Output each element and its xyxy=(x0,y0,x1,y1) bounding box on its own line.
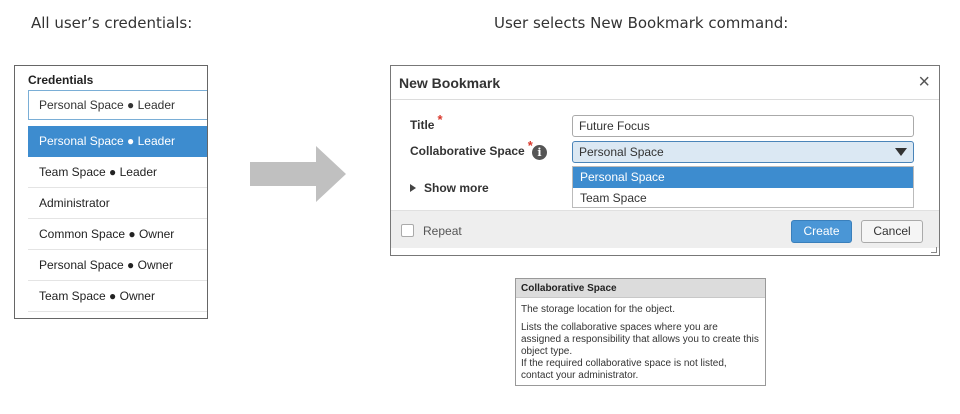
credential-item-personal-space-leader[interactable]: Personal Space ● Leader xyxy=(28,126,207,157)
credential-item-team-space-leader[interactable]: Team Space ● Leader xyxy=(28,157,207,188)
collaborative-space-label-text: Collaborative Space xyxy=(410,144,525,158)
caret-down-icon[interactable] xyxy=(895,148,907,156)
create-button[interactable]: Create xyxy=(791,220,852,243)
cancel-button[interactable]: Cancel xyxy=(861,220,923,243)
tooltip-note: If the required collaborative space is n… xyxy=(521,358,727,381)
title-field-label: Title * xyxy=(410,112,443,132)
left-caption: All user’s credentials: xyxy=(31,14,193,32)
credentials-select[interactable]: Personal Space ● Leader xyxy=(28,90,207,120)
tooltip-description: The storage location for the object. xyxy=(521,304,675,315)
required-asterisk-icon: * xyxy=(437,112,443,127)
resize-grip-icon[interactable] xyxy=(931,247,937,253)
collaborative-space-label: Collaborative Space * xyxy=(410,138,533,158)
credentials-list: Personal Space ● Leader Team Space ● Lea… xyxy=(28,126,207,312)
credential-item-administrator[interactable]: Administrator xyxy=(28,188,207,219)
credentials-title: Credentials xyxy=(28,73,94,87)
repeat-label: Repeat xyxy=(423,224,462,238)
dialog-title: New Bookmark xyxy=(399,75,501,91)
collaborative-space-tooltip: Collaborative Space The storage location… xyxy=(515,278,766,386)
show-more-label: Show more xyxy=(424,181,489,195)
collaborative-space-select[interactable]: Personal Space xyxy=(572,141,914,163)
repeat-checkbox[interactable] xyxy=(401,224,414,237)
show-more-toggle[interactable]: Show more xyxy=(410,181,489,195)
info-icon[interactable]: i xyxy=(532,145,547,160)
credentials-panel: Credentials Personal Space ● Leader Pers… xyxy=(14,65,208,319)
new-bookmark-dialog: New Bookmark × Title * Future Focus Colla… xyxy=(390,65,940,256)
dropdown-option-personal-space[interactable]: Personal Space xyxy=(573,167,913,188)
dialog-footer: Repeat Create Cancel xyxy=(391,210,939,248)
dialog-header: New Bookmark × xyxy=(391,66,939,100)
tooltip-detail: Lists the collaborative spaces where you… xyxy=(521,322,759,357)
credential-item-common-space-owner[interactable]: Common Space ● Owner xyxy=(28,219,207,250)
credential-item-team-space-owner[interactable]: Team Space ● Owner xyxy=(28,281,207,312)
title-label-text: Title xyxy=(410,118,435,132)
tooltip-title: Collaborative Space xyxy=(516,279,765,298)
right-caption: User selects New Bookmark command: xyxy=(494,14,789,32)
close-icon[interactable]: × xyxy=(918,72,930,92)
dropdown-option-team-space[interactable]: Team Space xyxy=(573,188,913,209)
credential-item-personal-space-owner[interactable]: Personal Space ● Owner xyxy=(28,250,207,281)
title-input[interactable]: Future Focus xyxy=(572,115,914,137)
right-arrow-icon xyxy=(250,146,346,202)
collaborative-space-value: Personal Space xyxy=(579,145,664,159)
triangle-right-icon xyxy=(410,183,416,192)
collaborative-space-dropdown: Personal Space Team Space xyxy=(572,166,914,208)
